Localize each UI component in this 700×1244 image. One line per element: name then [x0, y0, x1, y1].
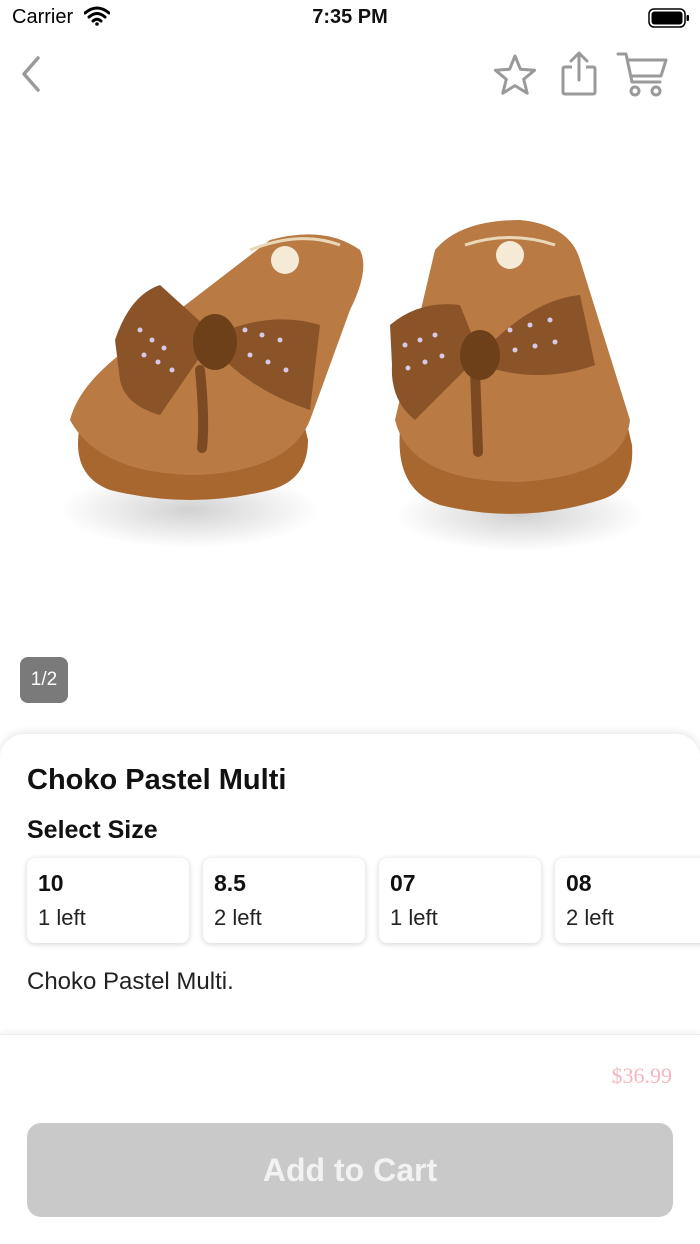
star-icon[interactable] [492, 52, 538, 98]
price-label: $36.99 [611, 1063, 673, 1088]
cart-icon[interactable] [616, 50, 670, 98]
size-value: 8.5 [214, 870, 246, 896]
size-value: 10 [38, 870, 64, 896]
product-description: Choko Pastel Multi. [27, 968, 234, 995]
share-icon[interactable] [558, 50, 600, 96]
right-sandal [390, 220, 633, 514]
size-stock: 2 left [566, 905, 614, 930]
size-option[interactable]: 8.5 2 left [203, 858, 365, 943]
size-stock: 1 left [38, 905, 86, 930]
back-icon[interactable] [16, 54, 48, 94]
battery-icon [648, 8, 689, 28]
size-heading: Select Size [27, 816, 158, 844]
image-page-indicator: 1/2 [20, 657, 68, 703]
add-to-cart-button[interactable]: Add to Cart [27, 1123, 673, 1217]
size-stock: 2 left [214, 905, 262, 930]
product-image[interactable] [40, 190, 660, 590]
navigation-bar [0, 44, 700, 104]
product-info-card: Choko Pastel Multi Select Size 10 1 left… [0, 734, 700, 1034]
size-options: 10 1 left 8.5 2 left 07 1 left 08 2 left [27, 858, 700, 943]
size-value: 07 [390, 870, 416, 896]
product-title: Choko Pastel Multi [27, 764, 287, 796]
left-sandal [70, 234, 364, 500]
purchase-bar: $36.99 Add to Cart [0, 1034, 700, 1244]
size-option[interactable]: 10 1 left [27, 858, 189, 943]
clock: 7:35 PM [312, 6, 388, 28]
size-option[interactable]: 08 2 left [555, 858, 700, 943]
status-bar: Carrier 7:35 PM [0, 0, 700, 36]
product-detail-screen: Carrier 7:35 PM 1/2 Choko Pastel Multi S… [0, 0, 700, 1244]
size-stock: 1 left [390, 905, 438, 930]
size-value: 08 [566, 870, 592, 896]
size-option[interactable]: 07 1 left [379, 858, 541, 943]
